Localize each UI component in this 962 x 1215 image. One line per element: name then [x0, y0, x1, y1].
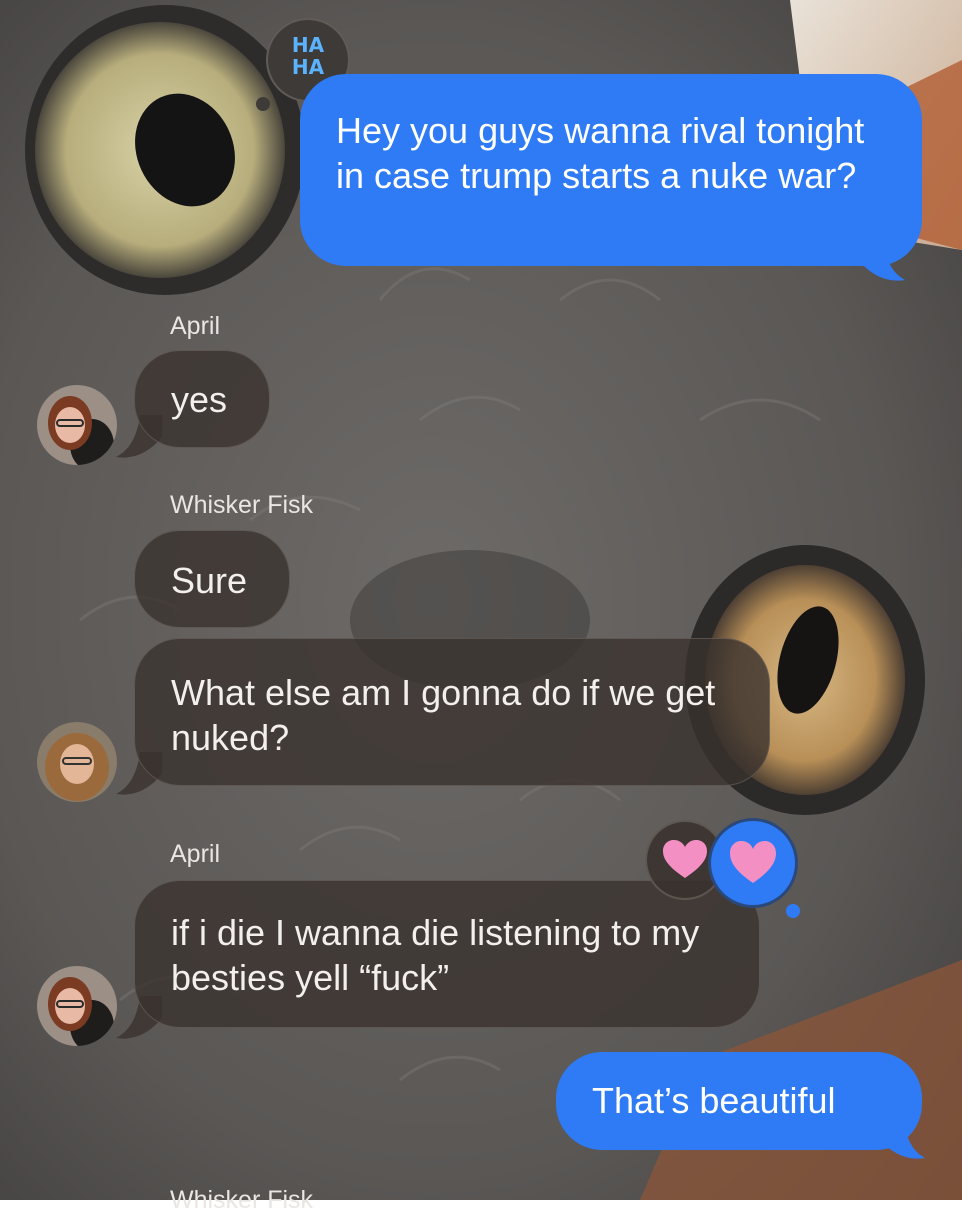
- message-text: Hey you guys wanna rival tonight in case…: [336, 110, 865, 196]
- sender-name: Whisker Fisk: [170, 491, 314, 519]
- sender-name: April: [170, 840, 221, 868]
- message-bubble-sent[interactable]: That’s beautiful: [556, 1052, 922, 1150]
- avatar-april[interactable]: [37, 966, 117, 1046]
- message-text: What else am I gonna do if we get nuked?: [171, 672, 716, 758]
- message-bubble-received[interactable]: yes: [134, 350, 270, 448]
- reaction-tail-dot: [256, 97, 270, 111]
- heart-icon: [730, 841, 776, 883]
- message-bubble-sent[interactable]: Hey you guys wanna rival tonight in case…: [300, 74, 922, 266]
- sender-name: Whisker Fisk: [170, 1186, 314, 1214]
- reaction-tail-dot: [786, 904, 800, 918]
- message-bubble-received[interactable]: if i die I wanna die listening to my bes…: [134, 880, 760, 1028]
- message-text: That’s beautiful: [592, 1080, 836, 1121]
- avatar-image: [37, 966, 117, 1046]
- message-bubble-received[interactable]: What else am I gonna do if we get nuked?: [134, 638, 770, 786]
- avatar-image: [37, 385, 117, 465]
- sender-name: April: [170, 312, 221, 340]
- message-bubble-received[interactable]: Sure: [134, 530, 290, 628]
- reaction-text: HA HA: [291, 33, 325, 79]
- haha-icon: HA HA: [268, 34, 348, 78]
- avatar-april[interactable]: [37, 385, 117, 465]
- message-text: yes: [171, 379, 228, 420]
- avatar-whisker-fisk[interactable]: [37, 722, 117, 802]
- heart-reaction-mine[interactable]: [708, 818, 798, 908]
- message-text: Sure: [171, 560, 248, 601]
- message-text: if i die I wanna die listening to my bes…: [171, 912, 700, 998]
- avatar-image: [37, 722, 117, 802]
